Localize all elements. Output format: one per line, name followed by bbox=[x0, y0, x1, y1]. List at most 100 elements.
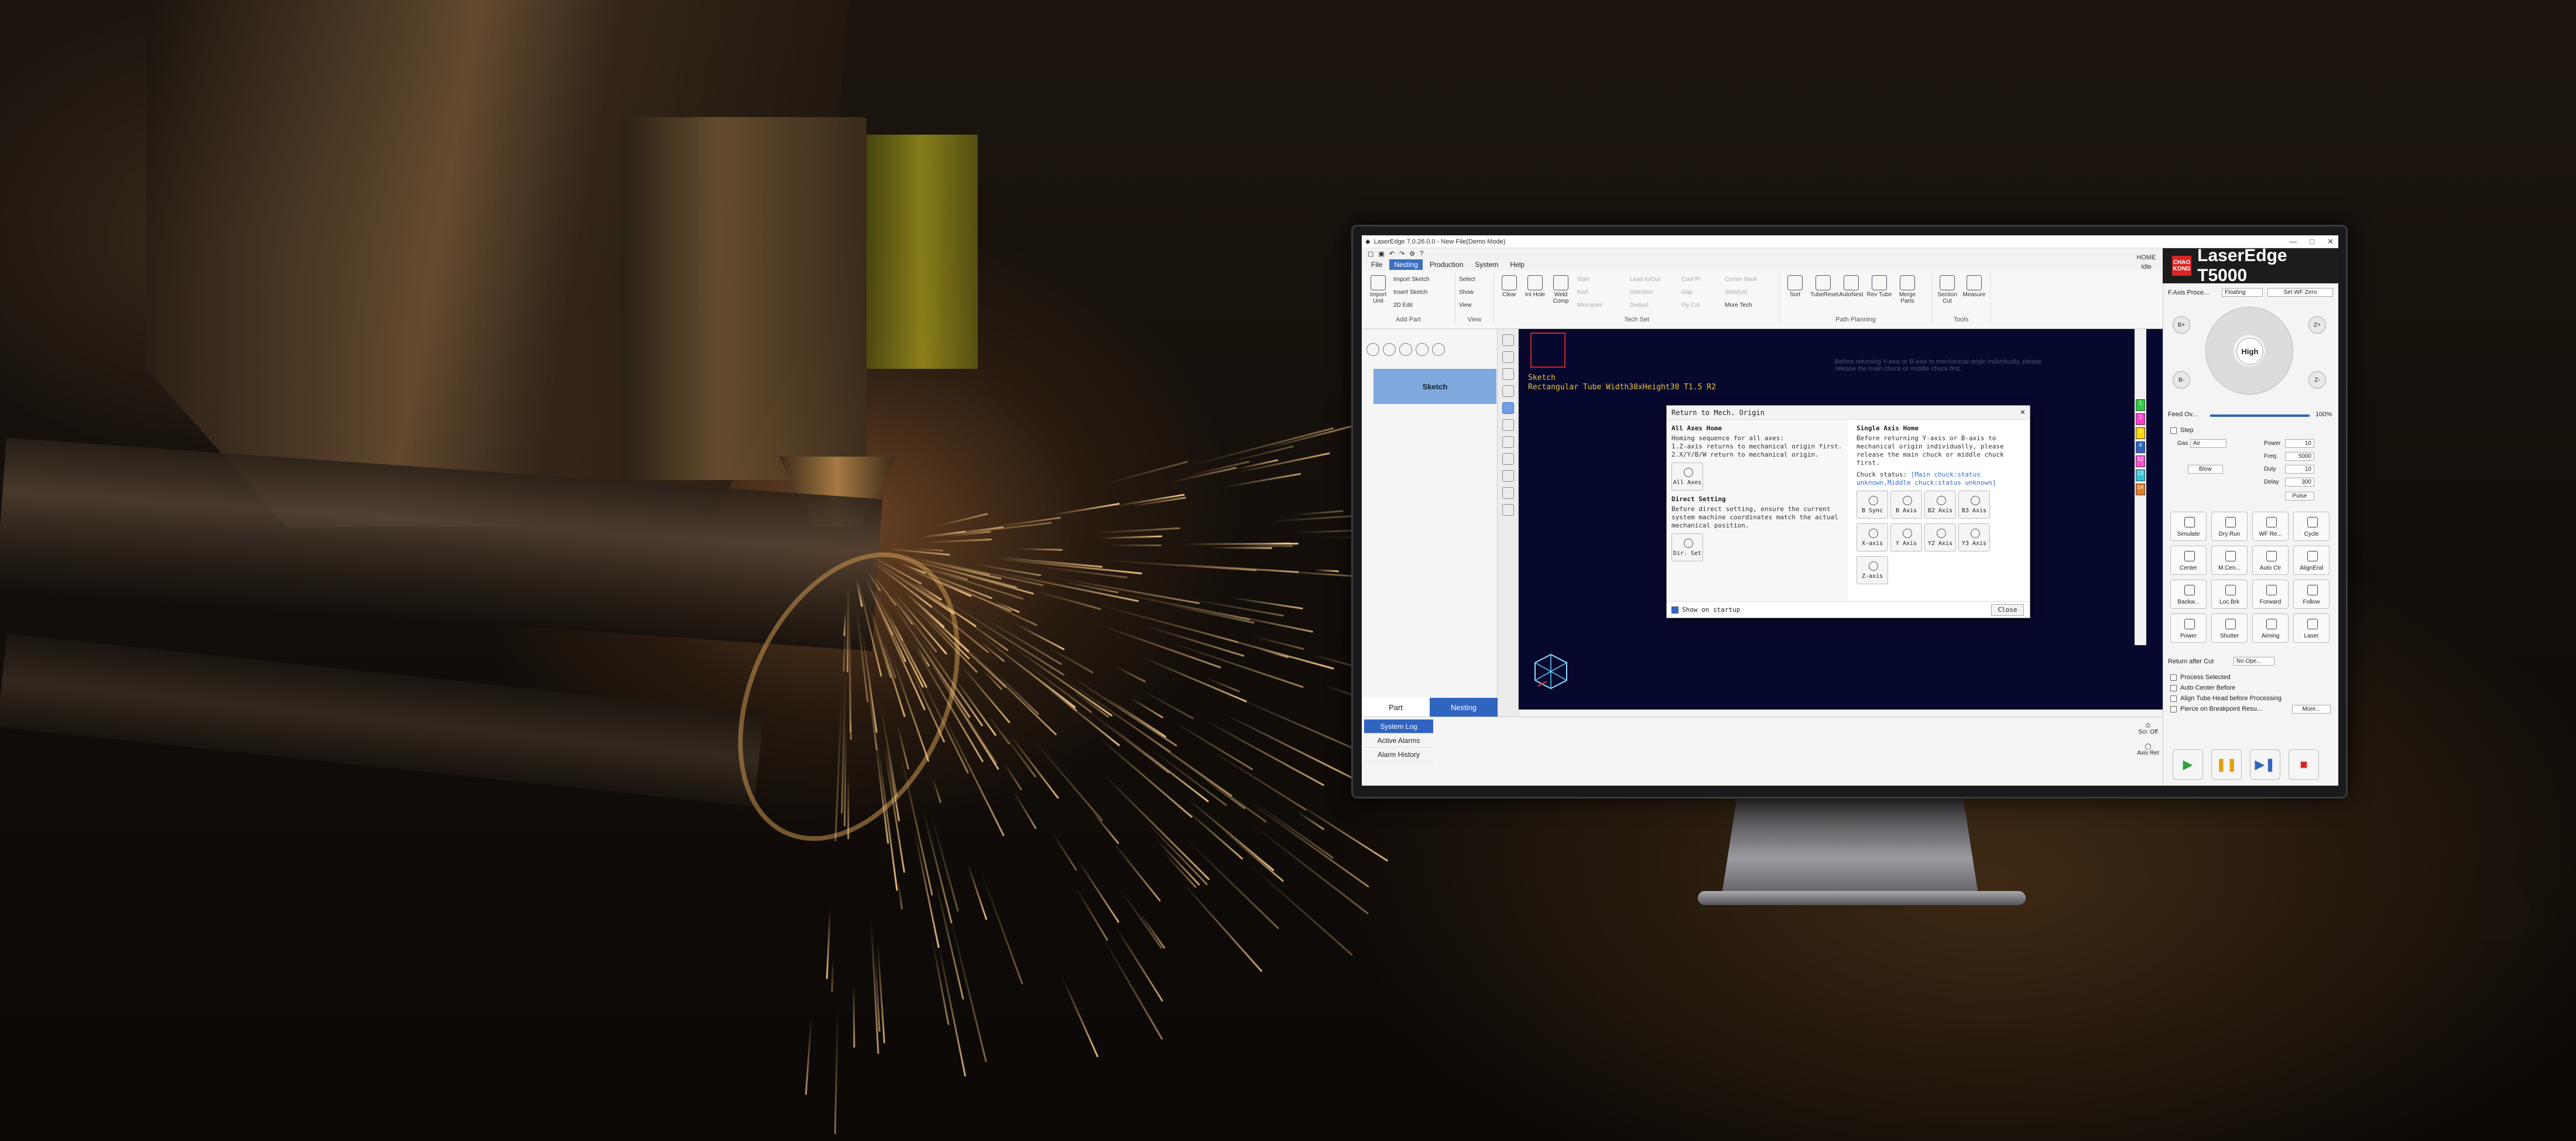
b-axis-button[interactable]: B Axis bbox=[1890, 491, 1922, 519]
2d-edit-button[interactable]: 2D Edit bbox=[1393, 302, 1413, 309]
m-cen-button[interactable]: M.Cen... bbox=[2211, 546, 2248, 575]
cycle-button[interactable]: Cycle bbox=[2293, 512, 2330, 541]
b-plus-button[interactable]: B+ bbox=[2173, 316, 2190, 334]
alignend-button[interactable]: AlignEnd bbox=[2293, 546, 2330, 575]
menu-production[interactable]: Production bbox=[1425, 259, 1468, 270]
more-tech-button[interactable]: More Tech bbox=[1725, 302, 1752, 309]
text-icon[interactable] bbox=[1502, 487, 1514, 499]
weld-comp-button[interactable]: Weld Comp bbox=[1548, 275, 1574, 304]
view-button[interactable]: View bbox=[1459, 302, 1472, 309]
gap-button[interactable]: Gap bbox=[1681, 289, 1693, 296]
select-button[interactable]: Select bbox=[1459, 276, 1475, 283]
shutter-button[interactable]: Shutter bbox=[2211, 614, 2248, 643]
set-wf-zero-button[interactable]: Set WF Zero bbox=[2267, 288, 2333, 297]
y3-axis-button[interactable]: Y3 Axis bbox=[1958, 523, 1990, 551]
clear-button[interactable]: Clear bbox=[1496, 275, 1522, 298]
tab-alarm-history[interactable]: Alarm History bbox=[1364, 748, 1433, 762]
feed-override-slider[interactable] bbox=[2210, 414, 2310, 417]
laser-button[interactable]: Laser bbox=[2293, 614, 2330, 643]
dialog-close-icon[interactable]: ✕ bbox=[2020, 407, 2025, 417]
show-button[interactable]: Show bbox=[1459, 289, 1474, 296]
layer-swatch[interactable]: 2 bbox=[2136, 413, 2145, 425]
redo-icon[interactable]: ↷ bbox=[1399, 250, 1405, 258]
auto-center-check[interactable]: Auto Center Before bbox=[2163, 683, 2338, 693]
view-cube-icon[interactable] bbox=[1530, 651, 1571, 692]
dry-run-button[interactable]: Dry Run bbox=[2211, 512, 2248, 541]
tab-part[interactable]: Part bbox=[1362, 698, 1430, 717]
axis-return-button[interactable]: ◯ Axis Ret bbox=[2133, 743, 2163, 756]
circle-icon[interactable] bbox=[1502, 385, 1514, 397]
more-button[interactable]: More... bbox=[2292, 705, 2331, 714]
lead-in-out-button[interactable]: Lead In/Out bbox=[1630, 276, 1660, 283]
power-input[interactable]: 10 bbox=[2285, 439, 2314, 448]
dialog-close-button[interactable]: Close bbox=[1991, 604, 2024, 616]
corner-mark-button[interactable]: Corner Mark bbox=[1725, 276, 1758, 283]
backw-button[interactable]: Backw... bbox=[2170, 580, 2207, 609]
power-button[interactable]: Power bbox=[2170, 614, 2207, 643]
start-button[interactable]: Start bbox=[1577, 276, 1590, 283]
delay-input[interactable]: 300 bbox=[2285, 478, 2314, 486]
rotate-icon[interactable] bbox=[1502, 436, 1514, 448]
aiming-button[interactable]: Aiming bbox=[2252, 614, 2289, 643]
blow-button[interactable]: Blow bbox=[2188, 465, 2223, 474]
z-minus-button[interactable]: Z- bbox=[2308, 371, 2326, 389]
rev-tube-button[interactable]: Rev Tube bbox=[1866, 275, 1892, 298]
sketch-item[interactable]: Sketch bbox=[1373, 369, 1496, 404]
menu-nesting[interactable]: Nesting bbox=[1389, 259, 1423, 270]
layer-swatch[interactable]: 1 bbox=[2136, 399, 2145, 411]
menu-file[interactable]: File bbox=[1366, 259, 1387, 270]
auto-nest-button[interactable]: AutoNest bbox=[1838, 275, 1864, 298]
x-axis-button[interactable]: X-axis bbox=[1856, 523, 1888, 551]
settings-icon[interactable]: ⚙ bbox=[1409, 250, 1415, 258]
auto-ctr-button[interactable]: Auto Ctr bbox=[2252, 546, 2289, 575]
all-axes-button[interactable]: All Axes bbox=[1671, 462, 1703, 491]
close-window-button[interactable]: ✕ bbox=[2327, 237, 2334, 246]
microjoint-button[interactable]: Microjoint bbox=[1577, 302, 1602, 309]
kerf-button[interactable]: Kerf bbox=[1577, 289, 1588, 296]
layer-swatch[interactable]: 4 bbox=[2136, 441, 2145, 453]
import-sketch-button[interactable]: Import Sketch bbox=[1393, 276, 1430, 283]
insert-sketch-button[interactable]: Insert Sketch bbox=[1393, 289, 1427, 296]
int-hole-button[interactable]: Int Hole bbox=[1522, 275, 1548, 298]
return-after-cut-select[interactable]: No Ope... bbox=[2234, 657, 2274, 666]
tube-reset-button[interactable]: TubeReset bbox=[1810, 275, 1839, 298]
center-button[interactable]: Center bbox=[2170, 546, 2207, 575]
z-plus-button[interactable]: Z+ bbox=[2308, 316, 2326, 334]
screen-off-button[interactable]: ⎙ Scr. Off bbox=[2133, 722, 2163, 735]
undo-icon[interactable]: ↶ bbox=[1389, 250, 1395, 258]
z-axis-button[interactable]: Z-axis bbox=[1856, 556, 1888, 584]
forward-button[interactable]: Forward bbox=[2252, 580, 2289, 609]
layer-swatch[interactable]: 13 bbox=[2136, 470, 2145, 481]
maximize-button[interactable]: □ bbox=[2310, 237, 2314, 246]
direct-set-button[interactable]: Dir. Set bbox=[1671, 533, 1703, 561]
y2-axis-button[interactable]: Y2 Axis bbox=[1924, 523, 1956, 551]
loc-brk-button[interactable]: Loc.Brk bbox=[2211, 580, 2248, 609]
measure-button[interactable]: Measure bbox=[1961, 275, 1987, 298]
zoom-out-icon[interactable] bbox=[1383, 343, 1396, 356]
cool-pt-button[interactable]: Cool Pt bbox=[1681, 276, 1701, 283]
step-toggle[interactable]: Step bbox=[2163, 425, 2194, 436]
import-unit-button[interactable]: Import Unit bbox=[1365, 275, 1391, 304]
menu-help[interactable]: Help bbox=[1505, 259, 1529, 270]
section-cut-button[interactable]: Section Cut bbox=[1934, 275, 1960, 304]
minimize-button[interactable]: — bbox=[2289, 237, 2297, 246]
tab-active-alarms[interactable]: Active Alarms bbox=[1364, 734, 1433, 748]
pulse-button[interactable]: Pulse bbox=[2285, 492, 2314, 501]
jog-wheel[interactable]: High bbox=[2205, 307, 2293, 395]
hand-icon[interactable] bbox=[1502, 419, 1514, 431]
direction-button[interactable]: Direction bbox=[1630, 289, 1653, 296]
f-axis-select[interactable]: Floating bbox=[2222, 288, 2263, 297]
mirror-icon[interactable] bbox=[1502, 453, 1514, 465]
slots-button[interactable]: Slots(UI) bbox=[1725, 289, 1748, 296]
b-minus-button[interactable]: B- bbox=[2173, 371, 2190, 389]
layer-swatch[interactable]: 3 bbox=[2136, 427, 2145, 439]
b2-axis-button[interactable]: B2 Axis bbox=[1924, 491, 1956, 519]
deduct-button[interactable]: Deduct bbox=[1630, 302, 1649, 309]
copy-icon[interactable] bbox=[1432, 343, 1445, 356]
fly-cut-button[interactable]: Fly Cut bbox=[1681, 302, 1700, 309]
trim-icon[interactable] bbox=[1502, 470, 1514, 482]
tab-system-log[interactable]: System Log bbox=[1364, 719, 1433, 734]
delete-icon[interactable] bbox=[1416, 343, 1429, 356]
help-icon[interactable]: ? bbox=[1420, 250, 1423, 257]
menu-system[interactable]: System bbox=[1470, 259, 1503, 270]
